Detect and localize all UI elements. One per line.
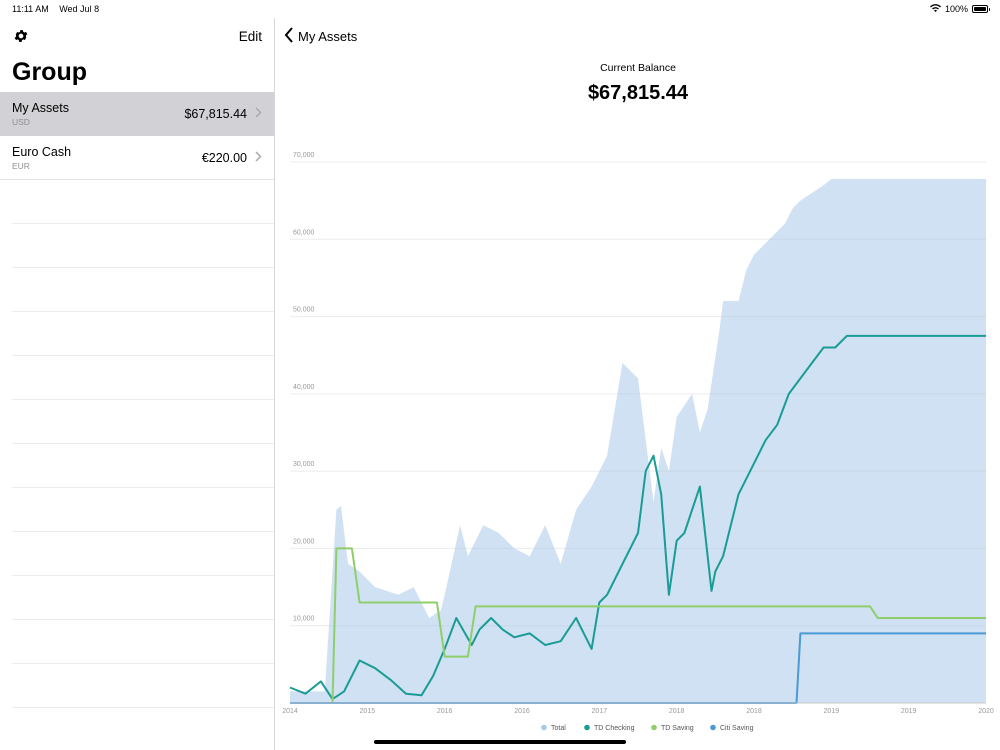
group-amount: $67,815.44 — [184, 106, 247, 121]
empty-row — [12, 444, 274, 488]
y-tick-label: 60,000 — [293, 229, 315, 236]
empty-row — [12, 620, 274, 664]
home-indicator — [374, 740, 626, 744]
balance-value: $67,815.44 — [587, 82, 689, 104]
wifi-icon — [929, 3, 941, 15]
x-tick-label: 2018 — [669, 708, 685, 715]
legend-label: Total — [551, 725, 566, 732]
y-tick-label: 10,000 — [293, 616, 315, 623]
chevron-right-icon — [255, 150, 262, 165]
battery-percent: 100% — [944, 4, 968, 14]
legend-marker — [541, 724, 547, 731]
group-currency: EUR — [12, 160, 30, 171]
legend-marker — [584, 724, 590, 731]
empty-row — [12, 180, 274, 224]
empty-row — [12, 664, 274, 708]
x-tick-label: 2016 — [514, 708, 530, 715]
x-tick-label: 2020 — [978, 708, 994, 715]
balance-caption: Current Balance — [600, 62, 676, 74]
empty-row — [12, 312, 274, 356]
empty-row — [12, 576, 274, 620]
status-date: Wed Jul 8 — [59, 4, 100, 14]
status-right: 100% — [929, 3, 990, 15]
back-button[interactable]: My Assets — [276, 18, 1000, 54]
y-tick-label: 30,000 — [293, 461, 315, 468]
legend-marker — [710, 724, 716, 731]
empty-row — [12, 400, 274, 444]
empty-row — [12, 356, 274, 400]
balance-chart: 10,000 20,000 30,000 40,000 50,000 60,000 70,0… — [276, 148, 1000, 738]
x-tick-label: 2015 — [360, 708, 376, 715]
sidebar-title: Group — [12, 58, 87, 86]
group-list: My Assets USD $67,815.44 Euro Cash EUR €… — [0, 92, 274, 708]
empty-row — [12, 532, 274, 576]
series-total-area — [290, 179, 986, 703]
group-row-euro-cash[interactable]: Euro Cash EUR €220.00 — [0, 136, 274, 180]
empty-row — [12, 268, 274, 312]
group-name: Euro Cash — [12, 144, 72, 159]
sidebar: Edit Group My Assets USD $67,815.44 Euro… — [0, 18, 275, 750]
sidebar-nav-bar: Edit — [0, 18, 274, 54]
chevron-left-icon — [284, 26, 294, 46]
legend-label: TD Checking — [594, 725, 635, 732]
empty-row — [12, 488, 274, 532]
y-tick-label: 50,000 — [293, 307, 315, 314]
y-tick-label: 20,000 — [293, 538, 315, 545]
group-amount: €220.00 — [201, 150, 247, 165]
status-left: 11:11 AM Wed Jul 8 — [12, 4, 107, 14]
y-tick-label: 70,000 — [293, 152, 315, 159]
x-tick-label: 2019 — [901, 708, 917, 715]
group-name: My Assets — [12, 100, 69, 115]
status-time: 11:11 AM — [12, 4, 49, 14]
legend-marker — [651, 724, 657, 731]
legend-label: Citi Saving — [720, 725, 754, 732]
empty-row — [12, 224, 274, 268]
battery-icon — [972, 5, 990, 13]
group-currency: USD — [12, 116, 30, 127]
x-tick-label: 2016 — [437, 708, 453, 715]
group-row-my-assets[interactable]: My Assets USD $67,815.44 — [0, 92, 274, 136]
edit-button[interactable]: Edit — [239, 29, 262, 44]
y-tick-label: 40,000 — [293, 384, 315, 391]
x-tick-label: 2017 — [592, 708, 608, 715]
row-text: My Assets USD — [12, 101, 69, 127]
main-panel: My Assets Current Balance $67,815.44 10,… — [276, 18, 1000, 750]
gear-icon[interactable] — [12, 27, 30, 45]
x-tick-label: 2014 — [282, 708, 298, 715]
x-tick-label: 2018 — [746, 708, 762, 715]
chart-svg: 10,000 20,000 30,000 40,000 50,000 60,000 70,0… — [282, 152, 994, 732]
status-bar: 11:11 AM Wed Jul 8 100% — [0, 0, 1000, 18]
x-tick-label: 2019 — [824, 708, 840, 715]
chevron-right-icon — [255, 106, 262, 121]
row-text: Euro Cash EUR — [12, 145, 71, 171]
legend-label: TD Saving — [661, 725, 694, 732]
back-label: My Assets — [298, 28, 358, 44]
